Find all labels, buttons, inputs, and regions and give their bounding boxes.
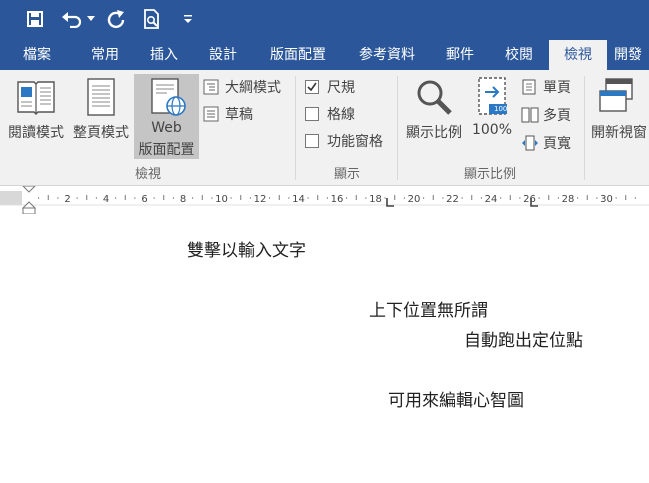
undo-dropdown-icon[interactable] [86, 8, 96, 30]
ruler-tick-label: 4 [103, 194, 109, 205]
redo-icon[interactable] [104, 8, 128, 30]
ruler-scale: 2 4 6 8 10 12 14 16 18 20 22 24 26 28 30 [0, 186, 649, 214]
print-layout-icon [87, 78, 115, 116]
outline-label: 大綱模式 [225, 80, 281, 96]
ruler-tick-label: 14 [292, 194, 305, 205]
web-layout-button[interactable]: Web 版面配置 [134, 74, 199, 159]
page-width-button[interactable]: 頁寬 [521, 132, 571, 154]
outline-icon [203, 79, 219, 95]
web-layout-label-1: Web [151, 120, 182, 136]
ruler-tick-label: 10 [215, 194, 228, 205]
ruler-tick-label: 12 [254, 194, 267, 205]
ruler-tick-label: 8 [180, 194, 186, 205]
print-layout-button[interactable]: 整頁模式 [70, 74, 132, 154]
multi-page-label: 多頁 [543, 108, 571, 124]
group-divider [584, 76, 585, 180]
ribbon-tab-bar: 檔案 常用 插入 設計 版面配置 参考資料 郵件 校閱 檢視 開發 [0, 40, 649, 70]
tab-developer[interactable]: 開發 [614, 40, 649, 70]
ruler-tick-label: 30 [600, 194, 613, 205]
zoom-group-label: 顯示比例 [463, 167, 516, 182]
tab-layout[interactable]: 版面配置 [258, 40, 338, 70]
ruler-tick-label: 18 [369, 194, 382, 205]
web-layout-label-2: 版面配置 [138, 142, 195, 158]
ruler-tick-label: 22 [446, 194, 459, 205]
draft-button[interactable]: 草稿 [203, 103, 253, 125]
ruler-tick-label: 26 [523, 194, 536, 205]
draft-icon [203, 106, 219, 122]
zoom-100-label: 100% [471, 122, 513, 138]
new-window-icon [599, 78, 633, 112]
tab-insert[interactable]: 插入 [140, 40, 188, 70]
nav-pane-checkbox[interactable]: 功能窗格 [305, 130, 383, 152]
magnifier-icon [417, 80, 452, 115]
quick-access-toolbar [0, 0, 649, 40]
tab-view[interactable]: 檢視 [549, 40, 607, 70]
horizontal-ruler[interactable]: 2 4 6 8 10 12 14 16 18 20 22 24 26 28 30 [0, 186, 649, 214]
gridlines-checkbox[interactable]: 格線 [305, 103, 355, 125]
ruler-tick-label: 24 [485, 194, 498, 205]
document-text-line[interactable]: 自動跑出定位點 [464, 326, 583, 351]
tab-file[interactable]: 檔案 [10, 40, 64, 70]
customize-qat-icon[interactable] [180, 8, 196, 30]
ribbon-view: 閱讀模式 整頁模式 Web 版面配置 大綱模式 草稿 檢視 尺規 格線 功能窗格… [0, 70, 649, 186]
gridlines-check-icon [305, 107, 319, 121]
one-page-icon [522, 79, 536, 95]
page-width-icon [522, 135, 538, 151]
gridlines-label: 格線 [327, 107, 355, 123]
ruler-tick-label: 28 [562, 194, 575, 205]
read-mode-label: 閱讀模式 [8, 125, 64, 141]
web-layout-icon [150, 78, 186, 116]
document-canvas[interactable]: 雙擊以輸入文字 上下位置無所謂 自動跑出定位點 可用來編輯心智圖 [0, 214, 649, 483]
views-group-label: 檢視 [134, 167, 161, 182]
nav-pane-label: 功能窗格 [327, 134, 383, 150]
document-text-line[interactable]: 雙擊以輸入文字 [187, 236, 306, 261]
document-text-line[interactable]: 上下位置無所謂 [369, 296, 488, 321]
ruler-checkbox[interactable]: 尺規 [305, 76, 355, 98]
new-window-label: 開新視窗 [591, 125, 647, 141]
ruler-label: 尺規 [327, 80, 355, 96]
zoom-button[interactable]: 顯示比例 [402, 74, 466, 154]
multi-page-button[interactable]: 多頁 [521, 104, 571, 126]
draft-label: 草稿 [225, 107, 253, 123]
save-icon[interactable] [24, 8, 46, 30]
ruler-tick-label: 16 [331, 194, 344, 205]
group-divider [295, 76, 296, 180]
show-group-label: 顯示 [333, 167, 360, 182]
tab-review[interactable]: 校閱 [495, 40, 543, 70]
page-width-label: 頁寬 [543, 136, 571, 152]
print-preview-icon[interactable] [140, 8, 164, 30]
ruler-tick-label: 20 [408, 194, 421, 205]
multi-page-icon [521, 107, 539, 123]
tab-home[interactable]: 常用 [80, 40, 130, 70]
print-layout-label: 整頁模式 [73, 125, 129, 141]
nav-pane-check-icon [305, 134, 319, 148]
document-text-line[interactable]: 可用來編輯心智圖 [388, 386, 524, 411]
zoom-100-button[interactable]: 100 100% [468, 74, 516, 154]
one-page-label: 單頁 [543, 80, 571, 96]
tab-design[interactable]: 設計 [199, 40, 247, 70]
read-mode-icon [17, 81, 55, 115]
tab-references[interactable]: 参考資料 [347, 40, 427, 70]
zoom-label: 顯示比例 [406, 125, 462, 141]
tab-mailings[interactable]: 郵件 [436, 40, 484, 70]
one-page-button[interactable]: 單頁 [521, 76, 571, 98]
undo-icon[interactable] [60, 8, 84, 30]
read-mode-button[interactable]: 閱讀模式 [4, 74, 68, 154]
ruler-check-icon [305, 80, 319, 94]
outline-button[interactable]: 大綱模式 [203, 76, 281, 98]
ruler-tick-label: 6 [141, 194, 147, 205]
zoom-100-badge: 100 [494, 105, 508, 113]
group-divider [397, 76, 398, 180]
new-window-button[interactable]: 開新視窗 [590, 74, 649, 154]
ruler-tick-label: 2 [64, 194, 70, 205]
